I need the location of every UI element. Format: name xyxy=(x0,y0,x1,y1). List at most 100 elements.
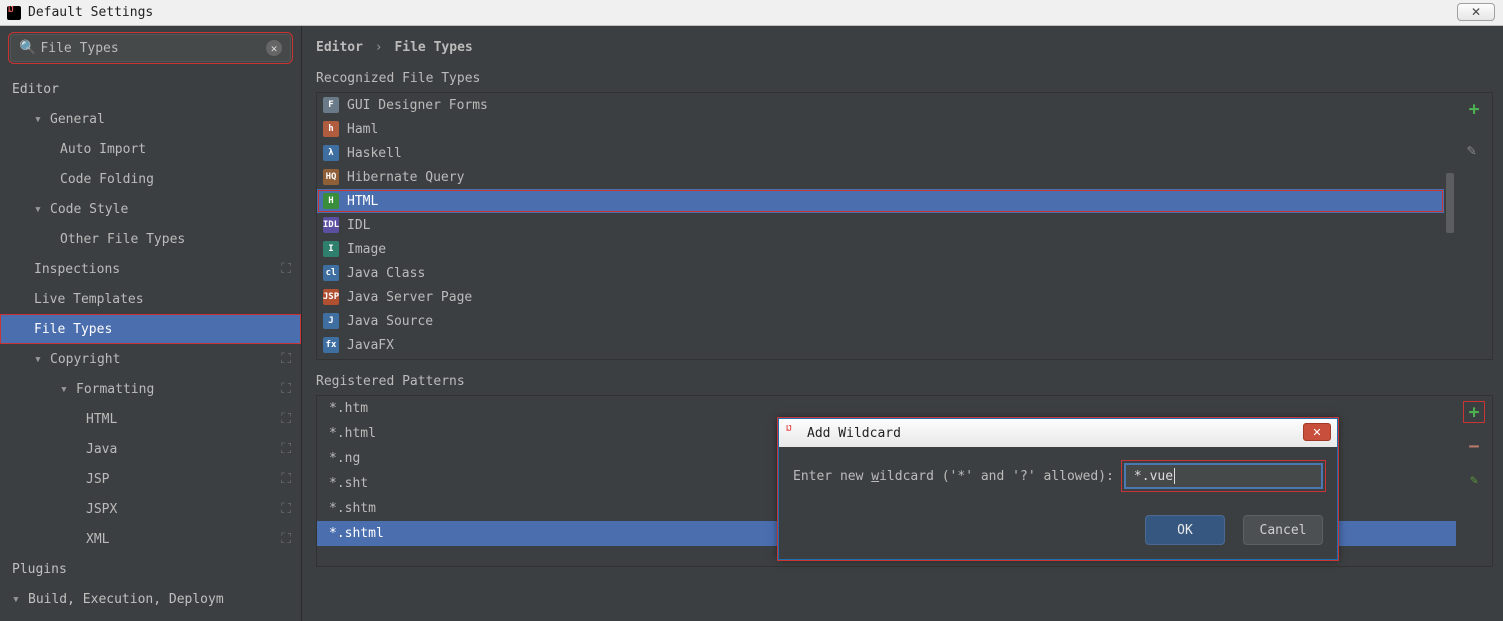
tree-jspx[interactable]: JSPX⛶ xyxy=(0,494,301,524)
filetype-label: Java Source xyxy=(347,314,433,329)
filetype-icon: F xyxy=(323,97,339,113)
filetype-row[interactable]: JJava Source xyxy=(317,309,1444,333)
filetype-label: Haskell xyxy=(347,146,402,161)
window-close-button[interactable]: ✕ xyxy=(1457,3,1495,21)
recognized-label: Recognized File Types xyxy=(316,71,1493,86)
chevron-down-icon: ▾ xyxy=(60,382,74,397)
tree-xml[interactable]: XML⛶ xyxy=(0,524,301,554)
tree-other-file-types[interactable]: Other File Types xyxy=(0,224,301,254)
settings-sidebar: 🔍 File Types ✕ Editor ▾General Auto Impo… xyxy=(0,26,302,621)
window-titlebar: Default Settings ✕ xyxy=(0,0,1503,26)
chevron-down-icon: ▾ xyxy=(34,352,48,367)
scrollbar[interactable] xyxy=(1444,93,1456,359)
clear-search-icon[interactable]: ✕ xyxy=(266,40,282,56)
breadcrumb-separator: › xyxy=(375,40,383,55)
recognized-panel: F GUI Designer Forms h Haml λHaskellHQHibern… xyxy=(316,92,1493,360)
settings-main: Editor › File Types Recognized File Type… xyxy=(302,26,1503,621)
tree-formatting[interactable]: ▾Formatting⛶ xyxy=(0,374,301,404)
filetype-row[interactable]: λHaskell xyxy=(317,141,1444,165)
filetype-row[interactable]: h Haml xyxy=(317,117,1444,141)
pattern-label: *.shtm xyxy=(329,501,376,516)
window-title: Default Settings xyxy=(28,5,153,20)
filetype-row[interactable]: I Image xyxy=(317,237,1444,261)
tree-editor[interactable]: Editor xyxy=(0,74,301,104)
filetype-icon: IDL xyxy=(323,217,339,233)
dialog-titlebar[interactable]: Add Wildcard ✕ xyxy=(779,419,1337,447)
tree-live-templates[interactable]: Live Templates xyxy=(0,284,301,314)
filetype-icon: HQ xyxy=(323,169,339,185)
pattern-label: *.htm xyxy=(329,401,368,416)
pattern-label: *.sht xyxy=(329,476,368,491)
tree-inspections[interactable]: Inspections⛶ xyxy=(0,254,301,284)
gear-icon: ⛶ xyxy=(281,261,291,277)
pattern-label: *.shtml xyxy=(329,526,384,541)
tree-copyright[interactable]: ▾Copyright⛶ xyxy=(0,344,301,374)
gear-icon: ⛶ xyxy=(281,531,291,547)
tree-build-exec-deploy[interactable]: ▾Build, Execution, Deploym xyxy=(0,584,301,614)
filetype-icon: I xyxy=(323,241,339,257)
filetype-icon: H xyxy=(323,193,339,209)
add-filetype-button[interactable]: + xyxy=(1464,99,1484,119)
settings-search-input[interactable]: 🔍 File Types ✕ xyxy=(10,34,291,62)
filetype-row[interactable]: cl Java Class xyxy=(317,261,1444,285)
tree-build-tools[interactable]: ▸Build Tools xyxy=(0,614,301,621)
chevron-down-icon: ▾ xyxy=(12,592,26,607)
breadcrumb-file-types: File Types xyxy=(394,40,472,55)
search-value: File Types xyxy=(40,41,266,56)
filetype-row[interactable]: H HTML xyxy=(317,189,1444,213)
filetype-row[interactable]: HQHibernate Query xyxy=(317,165,1444,189)
cancel-button[interactable]: Cancel xyxy=(1243,515,1323,545)
breadcrumb: Editor › File Types xyxy=(316,40,1493,55)
filetype-label: HTML xyxy=(347,194,378,209)
filetype-label: IDL xyxy=(347,218,370,233)
filetype-row[interactable]: fxJavaFX xyxy=(317,333,1444,357)
filetype-row[interactable]: F GUI Designer Forms xyxy=(317,93,1444,117)
filetype-label: Image xyxy=(347,242,386,257)
gear-icon: ⛶ xyxy=(281,501,291,517)
pencil-icon: ✎ xyxy=(1470,473,1478,488)
filetype-label: Java Class xyxy=(347,266,425,281)
gear-icon: ⛶ xyxy=(281,441,291,457)
filetype-row[interactable]: JSPJava Server Page xyxy=(317,285,1444,309)
ok-button[interactable]: OK xyxy=(1145,515,1225,545)
edit-pattern-button[interactable]: ✎ xyxy=(1464,470,1484,490)
tree-general[interactable]: ▾General xyxy=(0,104,301,134)
chevron-down-icon: ▾ xyxy=(34,202,48,217)
tree-java[interactable]: Java⛶ xyxy=(0,434,301,464)
gear-icon: ⛶ xyxy=(281,471,291,487)
filetype-icon: h xyxy=(323,121,339,137)
recognized-tools: + xyxy=(1456,93,1492,359)
dialog-close-button[interactable]: ✕ xyxy=(1303,423,1331,441)
tree-jsp[interactable]: JSP⛶ xyxy=(0,464,301,494)
tree-code-style[interactable]: ▾Code Style xyxy=(0,194,301,224)
edit-filetype-button[interactable] xyxy=(1464,141,1484,161)
gear-icon: ⛶ xyxy=(281,381,291,397)
filetype-row[interactable]: IDL IDL xyxy=(317,213,1444,237)
wildcard-value: *.vue xyxy=(1134,469,1173,484)
tree-file-types[interactable]: File Types xyxy=(0,314,301,344)
filetype-icon: fx xyxy=(323,337,339,353)
pencil-icon xyxy=(1467,144,1481,158)
wildcard-input[interactable]: *.vue xyxy=(1124,463,1323,489)
remove-pattern-button[interactable]: − xyxy=(1464,436,1484,456)
pattern-label: *.html xyxy=(329,426,376,441)
filetype-label: Haml xyxy=(347,122,378,137)
gear-icon: ⛶ xyxy=(281,411,291,427)
tree-auto-import[interactable]: Auto Import xyxy=(0,134,301,164)
recognized-list[interactable]: F GUI Designer Forms h Haml λHaskellHQHibern… xyxy=(317,93,1444,359)
search-icon: 🔍 xyxy=(19,40,36,56)
tree-html[interactable]: HTML⛶ xyxy=(0,404,301,434)
add-wildcard-dialog: Add Wildcard ✕ Enter new wildcard ('*' a… xyxy=(778,418,1338,560)
filetype-label: Java Server Page xyxy=(347,290,472,305)
intellij-icon xyxy=(785,425,801,441)
dialog-prompt: Enter new wildcard ('*' and '?' allowed)… xyxy=(793,469,1114,484)
add-pattern-button[interactable]: + xyxy=(1464,402,1484,422)
filetype-label: GUI Designer Forms xyxy=(347,98,488,113)
filetype-icon: cl xyxy=(323,265,339,281)
scrollbar-thumb[interactable] xyxy=(1446,173,1454,233)
gear-icon: ⛶ xyxy=(281,351,291,367)
tree-code-folding[interactable]: Code Folding xyxy=(0,164,301,194)
breadcrumb-editor: Editor xyxy=(316,40,363,55)
tree-plugins[interactable]: Plugins xyxy=(0,554,301,584)
intellij-icon xyxy=(6,5,22,21)
